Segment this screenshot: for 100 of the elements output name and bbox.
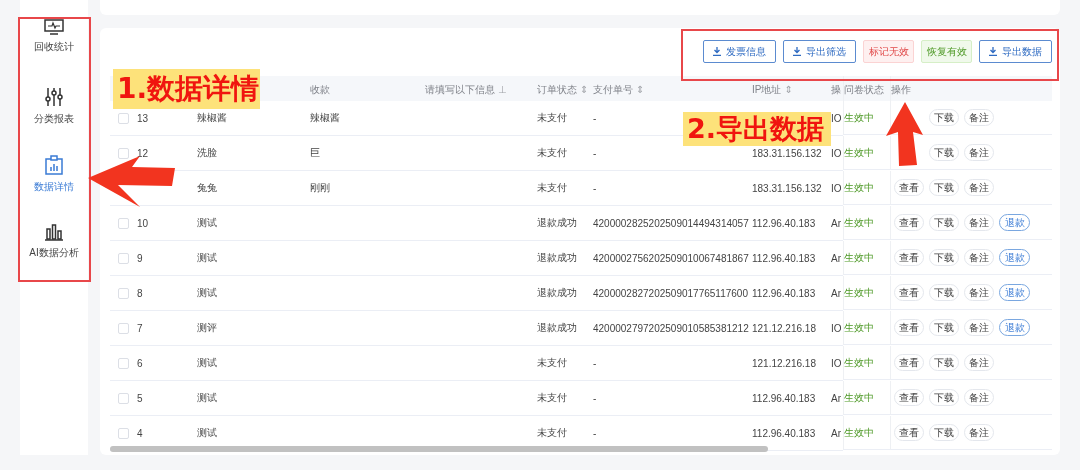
- action-button[interactable]: 下载: [929, 179, 959, 196]
- action-button[interactable]: 备注: [964, 319, 994, 336]
- action-button[interactable]: 查看: [894, 389, 924, 406]
- action-button[interactable]: 下载: [929, 284, 959, 301]
- row-checkbox[interactable]: [118, 357, 129, 369]
- action-button[interactable]: 备注: [964, 354, 994, 371]
- clipboard-chart-icon: [45, 155, 63, 175]
- row-checkbox[interactable]: [118, 217, 129, 229]
- action-button[interactable]: 查看: [894, 319, 924, 336]
- action-button[interactable]: 下载: [929, 214, 959, 231]
- table-cell: 183.31.156.132: [752, 182, 822, 194]
- action-button[interactable]: 下载: [929, 319, 959, 336]
- table-cell: -: [593, 112, 597, 124]
- action-button[interactable]: 查看: [894, 354, 924, 371]
- action-button[interactable]: 备注: [964, 214, 994, 231]
- action-button[interactable]: 下载: [929, 249, 959, 266]
- action-button[interactable]: 查看: [894, 284, 924, 301]
- table-cell: -: [593, 182, 597, 194]
- table-cell: 7: [137, 322, 143, 334]
- table-cell: 5: [137, 392, 143, 404]
- status-text: 生效中: [844, 285, 874, 300]
- action-button[interactable]: 下载: [929, 144, 959, 161]
- table-cell: IO: [831, 147, 842, 159]
- row-checkbox[interactable]: [118, 287, 129, 299]
- table-cell: 112.96.40.183: [752, 392, 816, 404]
- action-button[interactable]: 下载: [929, 424, 959, 441]
- sidebar-item[interactable]: 回收统计: [20, 14, 88, 82]
- table-cell: 未支付: [537, 146, 567, 160]
- table-cell: 测评: [197, 321, 217, 335]
- refund-button[interactable]: 退款: [999, 214, 1030, 231]
- status-text: 生效中: [844, 180, 874, 195]
- status-text: 生效中: [844, 425, 874, 440]
- action-button[interactable]: 备注: [964, 424, 994, 441]
- table-cell: 4200002827202509017765117600: [593, 287, 748, 299]
- table-cell: 13: [137, 112, 149, 124]
- action-button[interactable]: 备注: [964, 249, 994, 266]
- row-checkbox[interactable]: [118, 147, 129, 159]
- refund-button[interactable]: 退款: [999, 319, 1030, 336]
- sidebar-item[interactable]: 数据详情: [20, 150, 88, 218]
- download-icon: [989, 47, 997, 56]
- column-header: 订单状态: [537, 82, 577, 97]
- row-checkbox[interactable]: [118, 112, 129, 124]
- table-cell: 112.96.40.183: [752, 287, 816, 299]
- column-header: 收款: [310, 82, 330, 97]
- action-button[interactable]: 备注: [964, 389, 994, 406]
- table-cell: 巨: [310, 146, 320, 160]
- row-checkbox[interactable]: [118, 252, 129, 264]
- table-cell: 辣椒酱: [197, 111, 227, 125]
- status-text: 生效中: [844, 320, 874, 335]
- toolbar-button[interactable]: 发票信息: [703, 40, 776, 63]
- table-cell: 辣椒酱: [310, 111, 340, 125]
- table-cell: 4200002797202509010585381212: [593, 322, 749, 334]
- row-checkbox[interactable]: [118, 322, 129, 334]
- table-cell: 未支付: [537, 181, 567, 195]
- status-text: 生效中: [844, 215, 874, 230]
- action-button[interactable]: 查看: [894, 424, 924, 441]
- table-cell: Ar: [831, 252, 841, 264]
- action-button[interactable]: 备注: [964, 284, 994, 301]
- table-cell: -: [593, 147, 597, 159]
- toolbar-button[interactable]: 导出数据: [979, 40, 1052, 63]
- table-cell: 112.96.40.183: [752, 427, 816, 439]
- action-button[interactable]: 备注: [964, 144, 994, 161]
- table-cell: 未支付: [537, 111, 567, 125]
- action-button[interactable]: 下载: [929, 389, 959, 406]
- toolbar-button[interactable]: 标记无效: [863, 40, 914, 63]
- row-checkbox[interactable]: [118, 392, 129, 404]
- table-cell: 6: [137, 357, 143, 369]
- table-cell: 退款成功: [537, 321, 577, 335]
- action-button[interactable]: 查看: [894, 249, 924, 266]
- refund-button[interactable]: 退款: [999, 284, 1030, 301]
- sidebar-item[interactable]: 分类报表: [20, 82, 88, 150]
- status-text: 生效中: [844, 390, 874, 405]
- arrow-drawing: [886, 102, 923, 166]
- column-header: 操: [831, 82, 841, 97]
- table-cell: 退款成功: [537, 286, 577, 300]
- table-cell: 8: [137, 287, 143, 299]
- action-button[interactable]: 备注: [964, 109, 994, 126]
- table-cell: -: [593, 427, 597, 439]
- table-cell: -: [593, 392, 597, 404]
- action-button[interactable]: 查看: [894, 214, 924, 231]
- table-cell: 兔兔: [197, 181, 217, 195]
- sidebar-item[interactable]: AI数据分析: [20, 218, 88, 286]
- table-cell: IO: [831, 112, 842, 124]
- table-cell: 未支付: [537, 426, 567, 440]
- column-header: 问卷状态: [844, 82, 884, 97]
- action-button[interactable]: 查看: [894, 179, 924, 196]
- column-header: IP地址: [752, 82, 782, 97]
- action-button[interactable]: 下载: [929, 109, 959, 126]
- action-button[interactable]: 备注: [964, 179, 994, 196]
- toolbar-button[interactable]: 导出筛选: [783, 40, 856, 63]
- table-cell: 测试: [197, 426, 217, 440]
- scrollbar[interactable]: [110, 446, 768, 452]
- row-checkbox[interactable]: [118, 427, 129, 439]
- table-cell: 洗脸: [197, 146, 217, 160]
- table-cell: 112.96.40.183: [752, 217, 816, 229]
- table-cell: -: [593, 357, 597, 369]
- refund-button[interactable]: 退款: [999, 249, 1030, 266]
- column-header: 操作: [891, 82, 911, 97]
- note-label: 1.数据详情: [113, 69, 260, 109]
- action-button[interactable]: 下载: [929, 354, 959, 371]
